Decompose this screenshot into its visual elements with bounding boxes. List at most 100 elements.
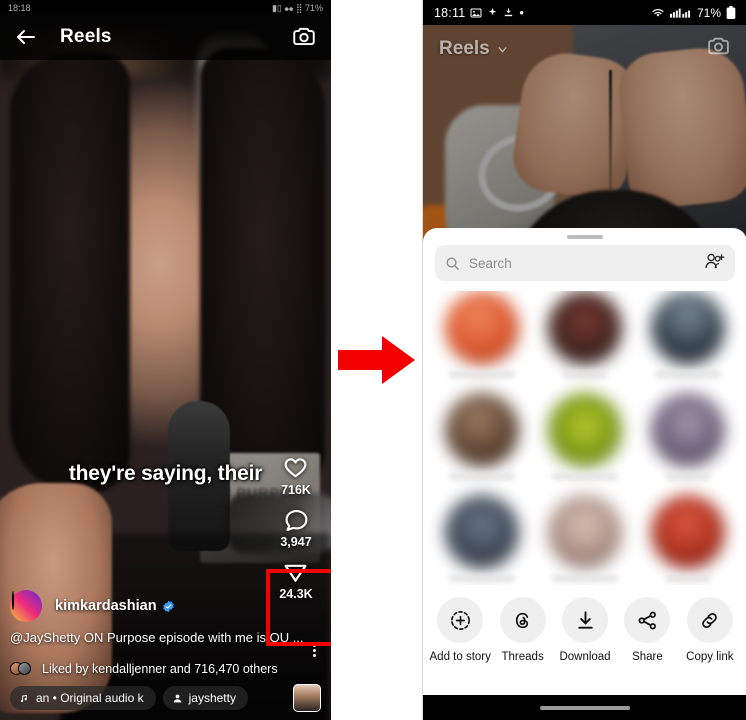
audio-thumbnail[interactable] <box>293 684 321 712</box>
right-page-title-group[interactable]: Reels <box>439 38 509 60</box>
screenshot-root: 18:18 ▮▯ ⦁⦁ ⣿ 71% ON PURPOSE Reels <box>0 0 746 720</box>
share-bottom-sheet: Search Add to story Threads Download Sha… <box>423 228 746 695</box>
liked-by-avatars <box>10 662 34 676</box>
tag-chip[interactable]: jayshetty <box>162 686 248 710</box>
signal-bars-icon <box>669 8 691 18</box>
download-button[interactable]: Download <box>554 597 616 664</box>
image-icon <box>470 8 482 17</box>
contact-avatar <box>445 495 520 569</box>
right-page-title: Reels <box>439 38 490 59</box>
share-label: Share <box>632 651 663 663</box>
contact-item[interactable] <box>534 291 637 387</box>
comment-button[interactable]: 3,947 <box>280 507 312 549</box>
contact-name-blurred <box>551 473 618 480</box>
contact-avatar <box>650 291 725 365</box>
audio-chip-label: an • Original audio k <box>36 691 144 705</box>
share-actions-row: Add to story Threads Download Share Copy… <box>423 585 746 695</box>
contact-item[interactable] <box>534 393 637 489</box>
threads-button[interactable]: Threads <box>491 597 553 664</box>
audio-chip[interactable]: an • Original audio k <box>10 686 156 710</box>
hair-left <box>10 53 130 493</box>
like-button[interactable]: 716K <box>281 455 311 497</box>
back-arrow-icon[interactable] <box>14 25 38 49</box>
contact-avatar <box>445 291 520 365</box>
home-indicator <box>423 695 746 720</box>
contact-avatar <box>445 393 520 467</box>
right-status-bar: 18:11 • 71% <box>423 0 746 25</box>
author-row: kimkardashian <box>10 590 321 622</box>
download-status-icon <box>505 8 513 17</box>
contact-item[interactable] <box>636 393 739 489</box>
share-paper-plane-icon <box>285 564 307 582</box>
wifi-icon <box>652 9 664 17</box>
battery-percent: 71% <box>696 5 721 20</box>
add-to-story-label: Add to story <box>429 651 491 663</box>
dot-icon: • <box>519 4 524 20</box>
download-label: Download <box>559 651 611 663</box>
comment-icon <box>285 509 307 532</box>
chips-row: an • Original audio k jayshetty <box>10 684 321 712</box>
contacts-grid <box>423 291 746 591</box>
search-icon <box>446 257 459 270</box>
contact-name-blurred <box>665 473 710 480</box>
author-username[interactable]: kimkardashian <box>55 598 157 614</box>
add-to-story-button[interactable]: Add to story <box>429 597 491 664</box>
avatar[interactable] <box>10 590 42 622</box>
liked-by-row: Liked by kendalljenner and 716,470 other… <box>10 662 321 676</box>
liked-by-text[interactable]: Liked by kendalljenner and 716,470 other… <box>42 662 278 676</box>
left-status-time: 18:18 <box>8 3 31 13</box>
contact-name-blurred <box>449 575 516 582</box>
contact-avatar <box>547 291 622 365</box>
contact-name-blurred <box>562 371 607 378</box>
red-right-arrow-icon <box>337 336 415 384</box>
contact-name-blurred <box>449 473 516 480</box>
like-count: 716K <box>281 483 311 497</box>
camera-icon[interactable] <box>291 24 317 50</box>
share-node-icon <box>624 597 671 643</box>
sheet-grabber-handle[interactable] <box>567 235 603 239</box>
left-reel-meta: kimkardashian @JayShetty ON Purpose epis… <box>0 590 331 720</box>
right-status-time: 18:11 <box>434 5 466 20</box>
heart-icon <box>285 458 307 478</box>
copy-link-icon <box>686 597 733 643</box>
contact-item[interactable] <box>431 495 534 591</box>
contact-name-blurred <box>665 575 710 582</box>
threads-icon <box>499 597 546 643</box>
contact-item[interactable] <box>534 495 637 591</box>
search-placeholder: Search <box>469 255 512 271</box>
right-reels-header: Reels <box>423 25 746 73</box>
more-vertical-icon[interactable] <box>307 630 321 657</box>
left-action-rail: 716K 3,947 24.3K <box>269 455 323 611</box>
share-button[interactable]: Share <box>616 597 678 664</box>
left-status-bar: 18:18 ▮▯ ⦁⦁ ⣿ 71% <box>0 0 331 13</box>
contact-avatar <box>650 495 725 569</box>
battery-icon <box>726 6 736 19</box>
add-to-story-icon <box>437 597 484 643</box>
left-phone-screen: 18:18 ▮▯ ⦁⦁ ⣿ 71% ON PURPOSE Reels <box>0 0 331 720</box>
contact-item[interactable] <box>431 393 534 489</box>
camera-icon[interactable] <box>706 34 731 64</box>
contact-item[interactable] <box>636 495 739 591</box>
contact-name-blurred <box>551 575 618 582</box>
contact-item[interactable] <box>431 291 534 387</box>
right-status-left: 18:11 • <box>434 6 524 20</box>
left-page-title: Reels <box>60 25 112 47</box>
contact-avatar <box>650 393 725 467</box>
person-icon <box>173 694 181 702</box>
threads-label: Threads <box>501 651 544 663</box>
comment-count: 3,947 <box>280 535 312 549</box>
left-status-indicators: ▮▯ ⦁⦁ ⣿ 71% <box>271 3 323 13</box>
contact-item[interactable] <box>636 291 739 387</box>
copy-link-button[interactable]: Copy link <box>679 597 741 664</box>
search-input[interactable]: Search <box>435 245 735 281</box>
caption-row: @JayShetty ON Purpose episode with me is… <box>10 630 321 657</box>
music-note-icon <box>20 694 27 702</box>
add-people-icon[interactable] <box>705 252 725 275</box>
sparkle-icon <box>489 7 497 16</box>
download-icon <box>562 597 609 643</box>
transition-arrow-area <box>331 0 422 720</box>
contact-avatar <box>547 393 622 467</box>
tag-chip-label: jayshetty <box>188 691 236 705</box>
post-caption[interactable]: @JayShetty ON Purpose episode with me is… <box>10 630 307 646</box>
contact-avatar <box>547 495 622 569</box>
